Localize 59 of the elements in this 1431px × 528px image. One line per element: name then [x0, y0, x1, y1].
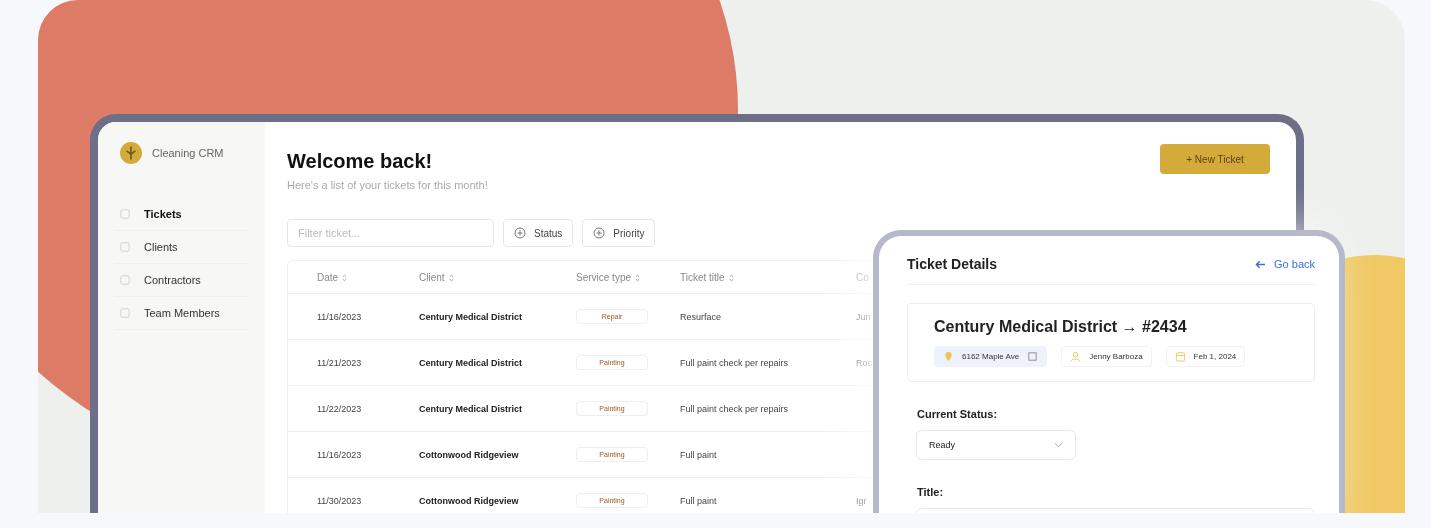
filter-button[interactable]: Status — [503, 219, 574, 247]
back-arrow-icon — [1255, 259, 1267, 269]
plus-circle-icon — [593, 227, 606, 239]
person-icon — [1070, 351, 1082, 362]
table-cell-text: 11/30/2023 — [316, 495, 363, 506]
plus-circle-icon — [514, 227, 526, 239]
table-cell: Jun — [856, 311, 871, 322]
table-cell-text: Century Medical District — [419, 357, 524, 368]
table-cell-text: Full paint check per repairs — [680, 403, 790, 414]
table-cell-text: Century Medical District — [419, 403, 524, 414]
info-chip: Feb 1, 2024 — [1165, 346, 1246, 367]
page-title: Welcome back! — [287, 150, 434, 173]
filter-field[interactable]: Filter ticket... — [287, 219, 494, 247]
copy-icon[interactable] — [1027, 351, 1039, 362]
page-subtitle: Here's a list of your tickets for this month! — [287, 179, 488, 191]
sidebar-item[interactable]: Tickets — [114, 198, 249, 231]
table-cell-text: Full paint — [680, 449, 718, 460]
app-name: Cleaning CRM — [152, 147, 224, 159]
table-cell: Roc — [856, 357, 872, 368]
sidebar-item[interactable]: Clients — [114, 231, 249, 264]
sort-icon[interactable] — [342, 273, 348, 282]
nav-icon — [120, 209, 130, 219]
info-chip: Jenny Barboza — [1061, 346, 1152, 367]
sidebar-item[interactable]: Contractors — [114, 264, 249, 297]
chevron-down-icon — [1054, 442, 1063, 448]
info-chip: 6162 Maple Ave — [934, 346, 1048, 367]
table-cell-text: Cottonwood Ridgeview — [419, 495, 520, 506]
sort-icon[interactable] — [635, 273, 641, 282]
nav-icon — [120, 275, 130, 285]
table-cell-text: Full paint — [680, 495, 718, 506]
status-label: Current Status: — [917, 408, 999, 420]
location-pin-icon — [943, 351, 954, 362]
sidebar-item[interactable]: Team Members — [114, 297, 249, 330]
calendar-icon — [1174, 351, 1186, 362]
table-cell-text: Cottonwood Ridgeview — [419, 449, 520, 460]
table-cell-text: 11/16/2023 — [316, 311, 363, 322]
details-title: Ticket Details — [907, 256, 997, 272]
filter-button[interactable]: Priority — [582, 219, 656, 247]
table-cell-text: 11/21/2023 — [316, 357, 363, 368]
new-ticket-button[interactable]: + New Ticket — [1160, 144, 1270, 174]
nav-icon — [120, 242, 130, 252]
title-label: Title: — [917, 486, 945, 498]
nav-icon — [120, 308, 130, 318]
table-cell-text: Full paint check per repairs — [680, 357, 790, 368]
go-back-link[interactable]: Go back — [1255, 258, 1315, 270]
column-header[interactable]: Service type — [576, 271, 680, 283]
table-cell-text: Resurface — [680, 311, 723, 322]
table-cell-text: Century Medical District — [419, 311, 524, 322]
column-header[interactable]: Ticket title — [680, 271, 856, 283]
sort-icon[interactable] — [448, 273, 454, 282]
ticket-name: Century Medical District → #2434 — [934, 318, 1188, 336]
status-dropdown[interactable]: Ready — [916, 430, 1076, 460]
table-cell-text: 11/22/2023 — [316, 403, 363, 414]
table-cell-text: 11/16/2023 — [316, 449, 363, 460]
table-cell: Igr — [856, 495, 867, 506]
column-header[interactable]: Client — [419, 271, 576, 283]
logo-icon — [120, 142, 142, 164]
column-header[interactable]: Date — [288, 271, 419, 283]
sort-icon[interactable] — [728, 273, 734, 282]
